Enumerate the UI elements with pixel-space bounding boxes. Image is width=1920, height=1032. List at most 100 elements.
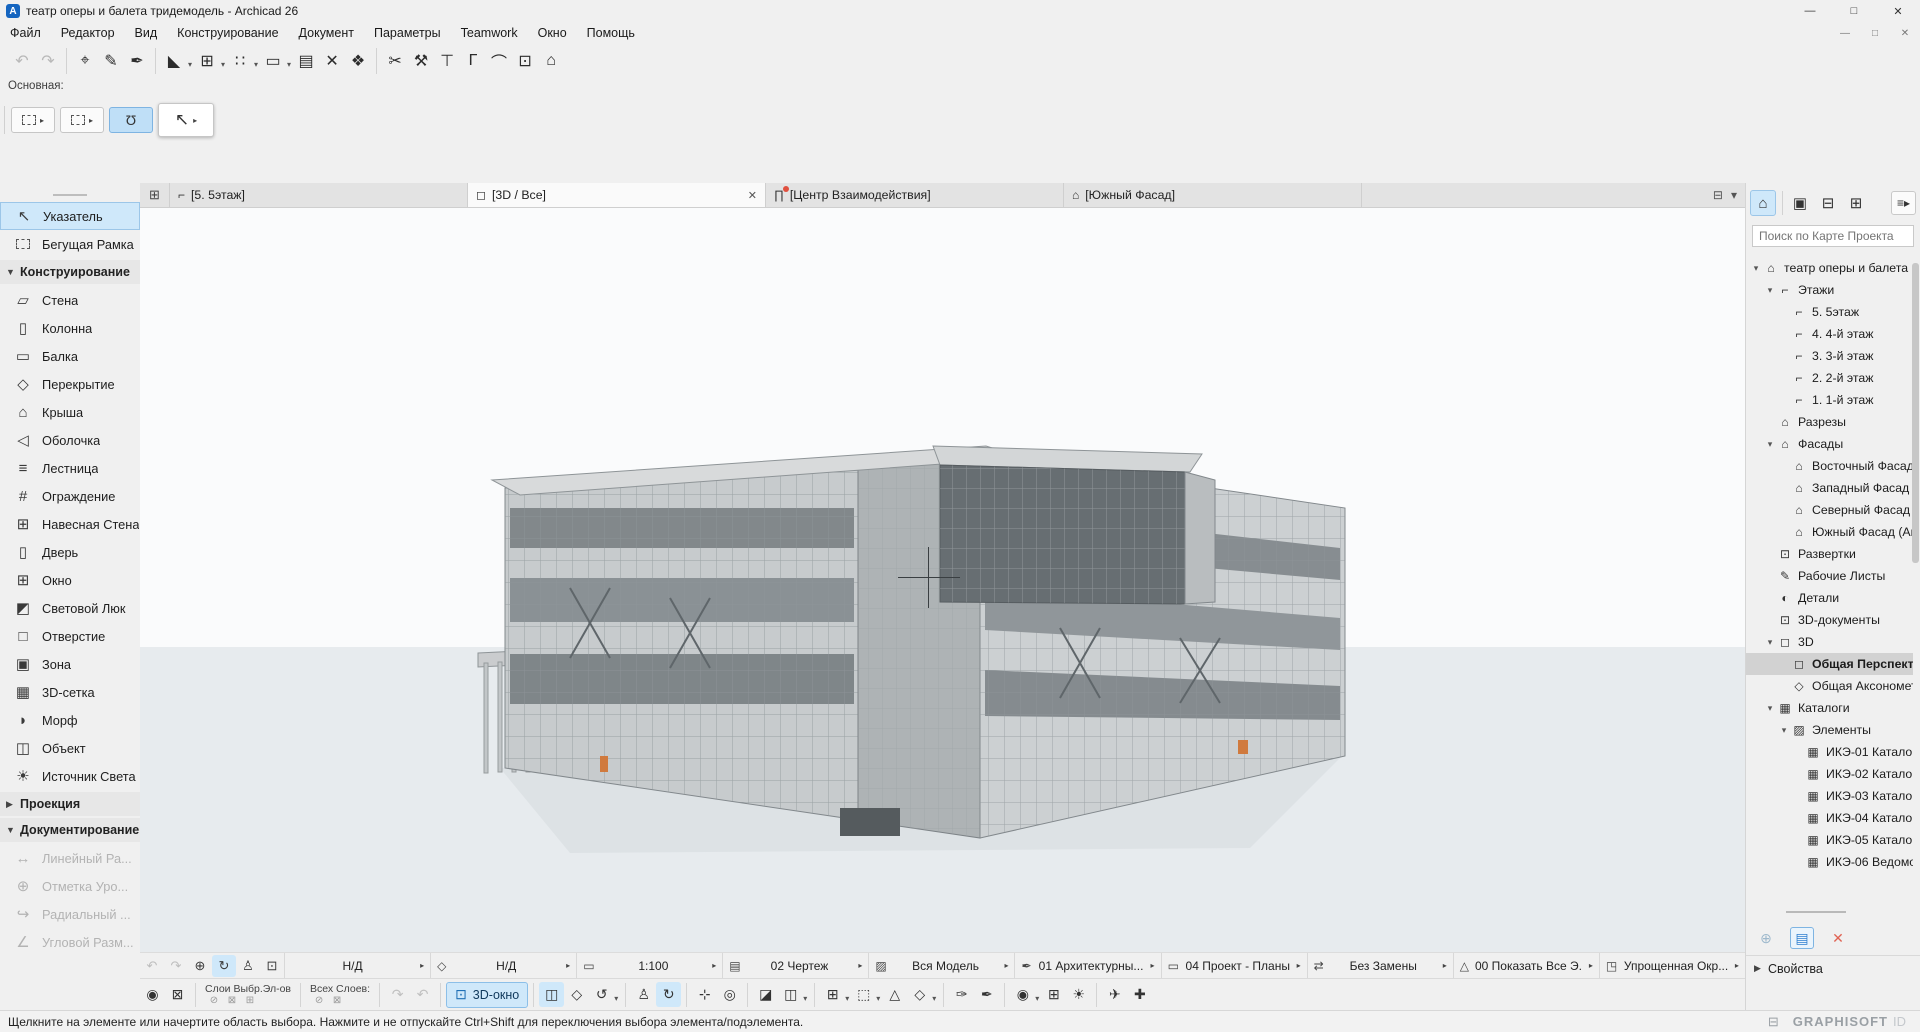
tree-elements[interactable]: ▾▨Элементы bbox=[1746, 719, 1913, 741]
tree-elevation-south[interactable]: ⌂Южный Фасад (Авт bbox=[1746, 521, 1913, 543]
zoom-preset-dropdown[interactable]: Н/Д▸ bbox=[284, 953, 430, 979]
search-input[interactable] bbox=[1753, 229, 1913, 243]
sun-study-icon[interactable]: ☀ bbox=[1066, 982, 1091, 1007]
arc-icon[interactable]: ⌒ bbox=[486, 48, 512, 74]
pen-preset-dropdown[interactable]: ◇Н/Д▸ bbox=[430, 953, 576, 979]
tool-marquee[interactable]: Бегущая Рамка bbox=[0, 230, 140, 258]
tree-ike-01[interactable]: ▦ИКЭ-01 Каталог С bbox=[1746, 741, 1913, 763]
chevron-down-icon[interactable]: ▾ bbox=[1764, 637, 1776, 648]
add-view-button[interactable]: ⊕ bbox=[1754, 927, 1778, 949]
editing-plane-icon[interactable]: ◇ bbox=[907, 982, 932, 1007]
tree-elevation-east[interactable]: ⌂Восточный Фасад ( bbox=[1746, 455, 1913, 477]
arrow-tool-button[interactable]: ↖▸ bbox=[158, 103, 214, 137]
tool-mesh[interactable]: ▦3D-сетка bbox=[0, 678, 140, 706]
camera-position-icon[interactable]: ◎ bbox=[717, 982, 742, 1007]
layer-combination-dropdown[interactable]: ▤02 Чертеж▸ bbox=[722, 953, 868, 979]
dropdown-arrow-icon[interactable]: ▾ bbox=[188, 60, 192, 69]
tree-ike-02[interactable]: ▦ИКЭ-02 Каталог Е bbox=[1746, 763, 1913, 785]
tool-object[interactable]: ◫Объект bbox=[0, 734, 140, 762]
axonometry-view-icon[interactable]: ◇ bbox=[564, 982, 589, 1007]
tab-interaction-center[interactable]: ∏[Центр Взаимодействия] bbox=[766, 183, 1064, 207]
dropdown-arrow-icon[interactable]: ▾ bbox=[254, 60, 258, 69]
selection-frame-icon[interactable]: ▭ bbox=[260, 48, 286, 74]
model-filter-dropdown[interactable]: ▨Вся Модель▸ bbox=[868, 953, 1014, 979]
tool-skylight[interactable]: ◩Световой Люк bbox=[0, 594, 140, 622]
3d-cutting-planes-icon[interactable]: ◪ bbox=[753, 982, 778, 1007]
tool-column[interactable]: ▯Колонна bbox=[0, 314, 140, 342]
unlock-all-layers-icon[interactable]: ⊠ bbox=[328, 995, 346, 1006]
project-map-icon[interactable]: ⌂ bbox=[1750, 190, 1776, 216]
tree-elevation-north[interactable]: ⌂Северный Фасад (А bbox=[1746, 499, 1913, 521]
fillet-icon[interactable]: Γ bbox=[460, 48, 486, 74]
chevron-down-icon[interactable]: ▾ bbox=[1764, 703, 1776, 714]
walk-mode-icon[interactable]: ♙ bbox=[631, 982, 656, 1007]
tab-close-icon[interactable]: ✕ bbox=[748, 189, 757, 202]
walk-icon[interactable]: ♙ bbox=[236, 955, 260, 977]
toolbox-drag-handle[interactable] bbox=[53, 194, 87, 196]
chevron-down-icon[interactable]: ▾ bbox=[1778, 725, 1790, 736]
lock-selected-layers-icon[interactable]: ⊠ bbox=[223, 995, 241, 1006]
pickup-surface-icon[interactable]: ✒ bbox=[974, 982, 999, 1007]
3d-cutaway-icon[interactable]: ◫ bbox=[778, 982, 803, 1007]
menu-item-параметры[interactable]: Параметры bbox=[364, 22, 451, 44]
dropdown-arrow-icon[interactable]: ▾ bbox=[845, 994, 849, 1003]
tree-generic-perspective[interactable]: ◻Общая Перспекти bbox=[1746, 653, 1913, 675]
renovation-filter-dropdown[interactable]: ⇄Без Замены▸ bbox=[1307, 953, 1453, 979]
section-documentation[interactable]: ▼Документирование bbox=[0, 818, 140, 842]
environment-dropdown[interactable]: ◳Упрощенная Окр...▸ bbox=[1599, 953, 1745, 979]
tree-generic-axonometry[interactable]: ◇Общая Аксономет bbox=[1746, 675, 1913, 697]
navigator-menu-button[interactable]: ≡▸ bbox=[1891, 191, 1916, 215]
tool-beam[interactable]: ▭Балка bbox=[0, 342, 140, 370]
tree-ike-03[interactable]: ▦ИКЭ-03 Каталог Д bbox=[1746, 785, 1913, 807]
delete-view-button[interactable]: ✕ bbox=[1826, 927, 1850, 949]
tree-story-4[interactable]: ⌐4. 4-й этаж bbox=[1746, 323, 1913, 345]
orbit-mode-icon[interactable]: ↻ bbox=[656, 982, 681, 1007]
tree-scrollbar[interactable] bbox=[1912, 263, 1919, 563]
magnet-button[interactable]: Ʊ bbox=[109, 107, 153, 133]
tree-story-1[interactable]: ⌐1. 1-й этаж bbox=[1746, 389, 1913, 411]
chevron-down-icon[interactable]: ▾ bbox=[1750, 263, 1762, 274]
tab-overview-icon[interactable]: ⊞ bbox=[140, 183, 170, 207]
scale-dropdown[interactable]: ▭1:100▸ bbox=[576, 953, 722, 979]
tree-story-3[interactable]: ⌐3. 3-й этаж bbox=[1746, 345, 1913, 367]
dropdown-arrow-icon[interactable]: ▾ bbox=[287, 60, 291, 69]
coordinates-icon[interactable]: ⊞ bbox=[194, 48, 220, 74]
tool-roof[interactable]: ⌂Крыша bbox=[0, 398, 140, 426]
menu-item-помощь[interactable]: Помощь bbox=[577, 22, 645, 44]
minimize-button[interactable]: — bbox=[1788, 0, 1832, 22]
paint-surface-icon[interactable]: ✑ bbox=[949, 982, 974, 1007]
tool-opening[interactable]: □Отверстие bbox=[0, 622, 140, 650]
tree-3d[interactable]: ▾◻3D bbox=[1746, 631, 1913, 653]
publisher-icon[interactable]: ⊞ bbox=[1843, 190, 1869, 216]
menu-item-файл[interactable]: Файл bbox=[0, 22, 51, 44]
filter-elements-icon[interactable]: △ bbox=[882, 982, 907, 1007]
tool-curtain-wall[interactable]: ⊞Навесная Стена bbox=[0, 510, 140, 538]
marquee-3d-icon[interactable]: ⬚ bbox=[851, 982, 876, 1007]
menu-item-конструирование[interactable]: Конструирование bbox=[167, 22, 288, 44]
hide-selected-layers-icon[interactable]: ⊘ bbox=[205, 995, 223, 1006]
tree-ike-07[interactable]: ▦ИКЭ-07 Эксплика bbox=[1746, 873, 1913, 877]
properties-section-header[interactable]: ▶ Свойства bbox=[1746, 955, 1920, 981]
measure-icon[interactable]: ▤ bbox=[293, 48, 319, 74]
graphic-override-dropdown[interactable]: △00 Показать Все Э...▸ bbox=[1453, 953, 1599, 979]
view-rotation-icon[interactable]: ↺ bbox=[589, 982, 614, 1007]
guide-lines-icon[interactable]: ◣ bbox=[161, 48, 187, 74]
tree-ike-05[interactable]: ▦ИКЭ-05 Каталог С bbox=[1746, 829, 1913, 851]
tool-morph[interactable]: ◗Морф bbox=[0, 706, 140, 734]
tool-stair[interactable]: ≡Лестница bbox=[0, 454, 140, 482]
tree-stories[interactable]: ▾⌐Этажи bbox=[1746, 279, 1913, 301]
3d-window-button[interactable]: ⊡3D-окно bbox=[446, 982, 528, 1008]
adjust-icon[interactable]: ⚒ bbox=[408, 48, 434, 74]
unlock-selected-layers-icon[interactable]: ⊞ bbox=[241, 995, 259, 1006]
edit-nodes-icon[interactable]: ❖ bbox=[345, 48, 371, 74]
camera-settings-icon[interactable]: ⊞ bbox=[1041, 982, 1066, 1007]
chevron-down-icon[interactable]: ▾ bbox=[1764, 439, 1776, 450]
perspective-view-icon[interactable]: ◫ bbox=[539, 982, 564, 1007]
tree-interior-elevations[interactable]: ⊡Развертки bbox=[1746, 543, 1913, 565]
doc-minimize-button[interactable]: — bbox=[1830, 23, 1860, 43]
tree-schedules[interactable]: ▾▦Каталоги bbox=[1746, 697, 1913, 719]
tab-menu-arrow-icon[interactable]: ▾ bbox=[1731, 188, 1737, 202]
magic-wand-icon[interactable]: ⌂ bbox=[538, 48, 564, 74]
show-all-layers-icon[interactable]: ⊘ bbox=[310, 995, 328, 1006]
3d-viewport[interactable] bbox=[140, 208, 1745, 952]
